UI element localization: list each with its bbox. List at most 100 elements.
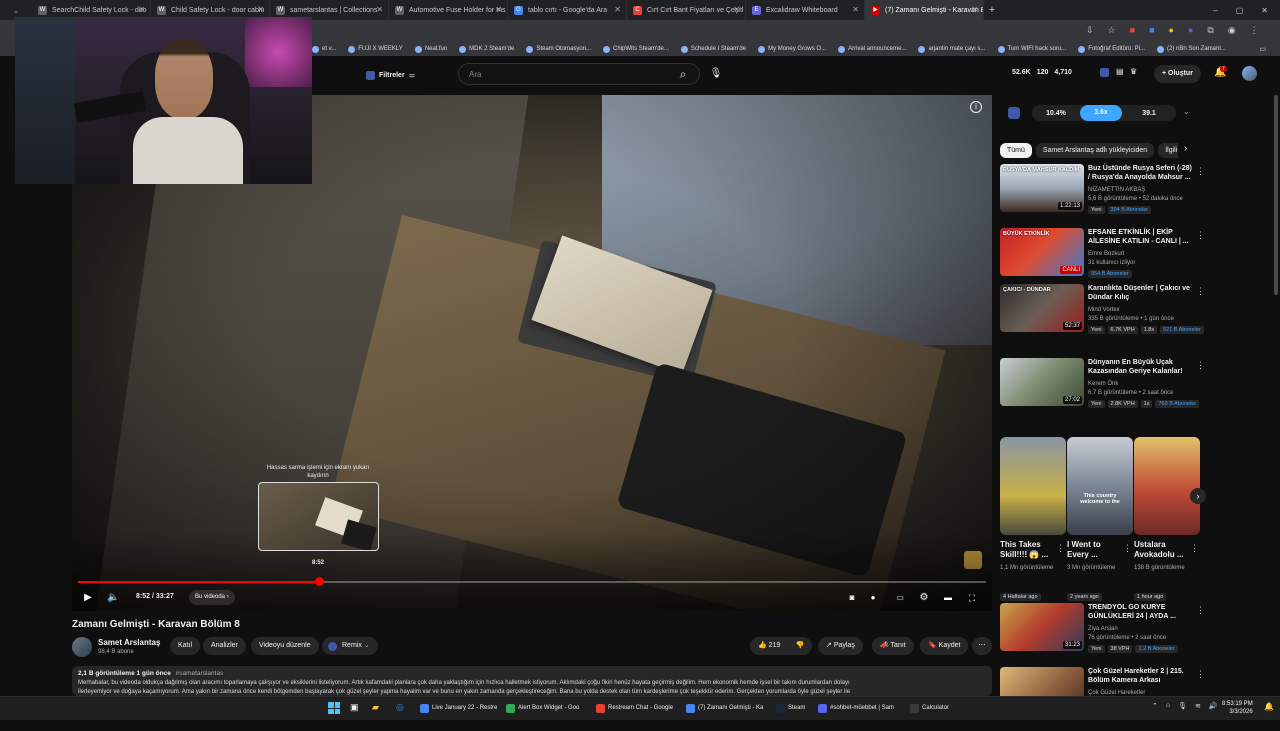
video-title[interactable]: Karanlıkta Düşenler | Çakıcı ve Dündar K…: [1088, 284, 1192, 302]
description-box[interactable]: 2,1 B görüntüleme 1 gün önce #sametarsla…: [72, 666, 992, 696]
extension-icon[interactable]: ●: [1169, 25, 1174, 36]
extension-icon[interactable]: ■: [1130, 25, 1135, 36]
search-input[interactable]: Ara: [458, 63, 700, 85]
browser-tab[interactable]: ▶ (7) Zamanı Gelmişti - Karavan B ✕: [865, 0, 984, 20]
more-options-icon[interactable]: ⋮: [1196, 360, 1205, 371]
related-video-item[interactable]: BÜYÜK ETKİNLİK CANLI EFSANE ETKİNLİK | EKİ…: [1000, 228, 1270, 292]
network-icon[interactable]: ⌂: [1166, 702, 1170, 710]
channel-avatar[interactable]: [72, 637, 92, 657]
avatar[interactable]: [1242, 66, 1257, 81]
trophy-icon[interactable]: ♛: [1130, 67, 1137, 76]
chip-all[interactable]: Tümü: [1000, 143, 1032, 158]
video-thumbnail[interactable]: RUSYA'DA MAHSUR KALDIM 1:22:13: [1000, 164, 1084, 212]
taskbar-app[interactable]: #sohbet-müebbet | Sam: [818, 700, 894, 716]
close-window-icon[interactable]: ✕: [1261, 6, 1268, 15]
edge-icon[interactable]: ◎: [396, 702, 404, 713]
short-title[interactable]: I Went to Every ...: [1067, 540, 1121, 560]
taskbar-app[interactable]: Calculator: [910, 700, 949, 716]
video-channel[interactable]: Mind Vortex: [1088, 307, 1120, 313]
minimize-icon[interactable]: –: [1213, 6, 1217, 15]
taskbar-app[interactable]: Alert Box Widget - Goo: [506, 700, 579, 716]
save-button[interactable]: 🔖 Kaydet: [920, 637, 969, 655]
all-bookmarks-icon[interactable]: ▭: [1259, 45, 1266, 53]
chevron-up-icon[interactable]: ⌃: [1152, 702, 1158, 710]
close-tab-icon[interactable]: ✕: [495, 5, 502, 15]
short-thumbnail[interactable]: [1000, 437, 1066, 535]
bookmark-item[interactable]: FUJI X WEEKLY: [348, 45, 403, 53]
video-channel[interactable]: Ziya Arslan: [1088, 626, 1118, 632]
bookmark-item[interactable]: MDK 2 Steam'de: [459, 45, 514, 53]
related-video-item[interactable]: RUSYA'DA MAHSUR KALDIM 1:22:13 Buz Üstünde…: [1000, 164, 1270, 228]
close-tab-icon[interactable]: ✕: [614, 5, 621, 15]
close-tab-icon[interactable]: ✕: [376, 5, 383, 15]
scrubber-handle[interactable]: [315, 577, 324, 586]
hashtag-link[interactable]: #sametarslantas: [176, 670, 224, 677]
video-channel[interactable]: Emre Bozkurt: [1088, 251, 1124, 257]
play-icon[interactable]: ▶: [82, 592, 94, 604]
bookmark-item[interactable]: My Money Grows O...: [758, 45, 826, 53]
bookmark-item[interactable]: et v...: [312, 45, 336, 53]
vidiq-player-icon[interactable]: ◙: [846, 592, 858, 604]
video-title[interactable]: Çok Güzel Hareketler 2 | 215. Bölüm Kame…: [1088, 667, 1192, 685]
more-actions-icon[interactable]: ⋯: [972, 637, 992, 655]
video-channel[interactable]: NİZAMETTİN AKBAŞ: [1088, 187, 1145, 193]
fullscreen-icon[interactable]: ⛶: [966, 592, 978, 604]
more-options-icon[interactable]: ⋮: [1123, 543, 1132, 554]
chip-related[interactable]: İlgili: [1158, 143, 1178, 158]
maximize-icon[interactable]: ▢: [1236, 6, 1244, 15]
windows-start-icon[interactable]: [328, 702, 340, 714]
scrollbar-thumb[interactable]: [1274, 95, 1278, 295]
close-tab-icon[interactable]: ✕: [138, 5, 145, 15]
close-tab-icon[interactable]: ✕: [852, 5, 859, 15]
video-title[interactable]: EFSANE ETKİNLİK | EKİP AİLESİNE KATILIN …: [1088, 228, 1192, 246]
chevron-right-icon[interactable]: ›: [1184, 143, 1187, 154]
more-options-icon[interactable]: ⋮: [1196, 605, 1205, 616]
video-title[interactable]: Dünyanın En Büyük Uçak Kazasından Geriye…: [1088, 358, 1192, 376]
more-options-icon[interactable]: ⋮: [1056, 543, 1065, 554]
close-tab-icon[interactable]: ✕: [971, 5, 978, 15]
subtitles-icon[interactable]: ▭: [894, 592, 906, 604]
star-icon[interactable]: ☆: [1108, 25, 1116, 36]
clock[interactable]: 8:53:19 PM 3/3/2026: [1222, 700, 1253, 716]
related-video-item[interactable]: 31:23 TRENDYOL GO KURYE GÜNLÜKLERİ 24 | A…: [1000, 603, 1270, 667]
analytics-button[interactable]: Analizler: [203, 637, 246, 655]
wifi-icon[interactable]: ≋: [1195, 702, 1201, 710]
bookmark-item[interactable]: arjantin mate çayı s...: [918, 45, 986, 53]
new-tab-button[interactable]: +: [984, 4, 1000, 16]
extension-icon[interactable]: ●: [1188, 25, 1193, 36]
autoplay-icon[interactable]: ●: [867, 592, 879, 604]
more-options-icon[interactable]: ⋮: [1196, 669, 1205, 680]
puzzle-icon[interactable]: ⧉: [1207, 25, 1213, 36]
vidiq-icon[interactable]: [1008, 107, 1020, 119]
info-icon[interactable]: i: [970, 101, 982, 113]
shorts-next-icon[interactable]: ›: [1190, 488, 1206, 504]
bookmark-item[interactable]: Tum WIFI hack soru...: [997, 45, 1066, 53]
filters-button[interactable]: Filtreler ⚌: [366, 67, 415, 83]
chapter-button[interactable]: Bu videoda ›: [189, 590, 235, 605]
file-explorer-icon[interactable]: ▰: [372, 702, 379, 713]
bookmark-item[interactable]: (2) nBn Son Zamanl...: [1157, 45, 1226, 53]
search-icon[interactable]: ⌕: [668, 64, 698, 84]
thumbs-icon[interactable]: ▤: [1116, 67, 1124, 76]
menu-icon[interactable]: ⋮: [1250, 25, 1259, 36]
video-thumbnail[interactable]: 27:02: [1000, 358, 1084, 406]
progress-bar[interactable]: [78, 577, 986, 586]
short-title[interactable]: Ustalara Avokadolu ...: [1134, 540, 1188, 560]
notification-bell-icon[interactable]: 🔔: [1264, 702, 1274, 711]
settings-gear-icon[interactable]: ⚙: [918, 592, 930, 604]
video-thumbnail[interactable]: ÇAKICI - DÜNDAR 52:37: [1000, 284, 1084, 332]
install-icon[interactable]: ⇩: [1086, 25, 1094, 36]
video-title[interactable]: TRENDYOL GO KURYE GÜNLÜKLERİ 24 | AYDA .…: [1088, 603, 1192, 621]
create-button[interactable]: + Oluştur: [1154, 65, 1201, 83]
bookmark-item[interactable]: Steam Otomasyon...: [526, 45, 591, 53]
close-tab-icon[interactable]: ✕: [257, 5, 264, 15]
bookmark-item[interactable]: Schedule I Steam'de: [680, 45, 746, 53]
short-thumbnail[interactable]: This country welcome to the: [1067, 437, 1133, 535]
taskbar-app[interactable]: (7) Zamanı Gelmişti - Ka: [686, 700, 763, 716]
promote-button[interactable]: 📣 Tanıt: [872, 637, 914, 655]
more-options-icon[interactable]: ⋮: [1196, 166, 1205, 177]
join-button[interactable]: Katıl: [170, 637, 201, 655]
volume-icon[interactable]: 🔊: [1209, 702, 1218, 710]
browser-tab[interactable]: E Excalidraw Whiteboard ✕: [746, 0, 865, 20]
close-tab-icon[interactable]: ✕: [733, 5, 740, 15]
